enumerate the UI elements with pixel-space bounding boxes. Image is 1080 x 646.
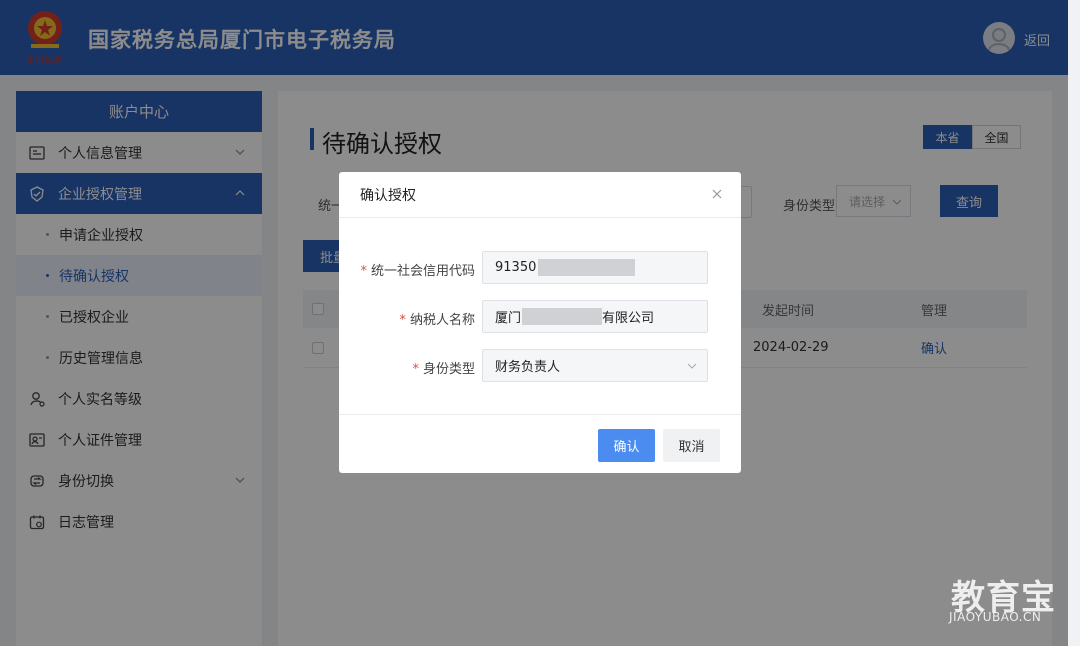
identity-type-field[interactable]: 财务负责人	[482, 349, 708, 382]
credit-code-label: * 统一社会信用代码	[360, 264, 475, 279]
dialog-title: 确认授权	[360, 187, 416, 204]
taxpayer-name-label: * 纳税人名称	[399, 313, 475, 328]
confirm-button[interactable]: 确认	[598, 429, 655, 462]
redacted-block	[538, 259, 636, 276]
identity-type-value: 财务负责人	[495, 360, 561, 375]
redacted-block	[522, 308, 603, 325]
taxpayer-name-field[interactable]: 厦门 有限公司	[482, 300, 708, 333]
taxpayer-name-prefix: 厦门	[495, 311, 522, 326]
dialog-footer-divider	[339, 414, 741, 415]
credit-code-field[interactable]: 91350	[482, 251, 708, 284]
cancel-button[interactable]: 取消	[663, 429, 720, 462]
confirm-auth-dialog: 确认授权 * 统一社会信用代码 91350 * 纳税人名称 厦门 有限公司 * 身份类…	[339, 172, 741, 473]
taxpayer-name-suffix: 有限公司	[602, 311, 655, 326]
watermark-url: JIAOYUBAO.CN	[949, 610, 1042, 624]
credit-code-value: 91350	[495, 260, 537, 275]
page-edge	[1068, 0, 1080, 646]
chevron-down-icon	[687, 363, 697, 369]
identity-type-label: * 身份类型	[412, 362, 475, 377]
dialog-header: 确认授权	[339, 172, 741, 218]
close-icon[interactable]	[711, 188, 723, 200]
